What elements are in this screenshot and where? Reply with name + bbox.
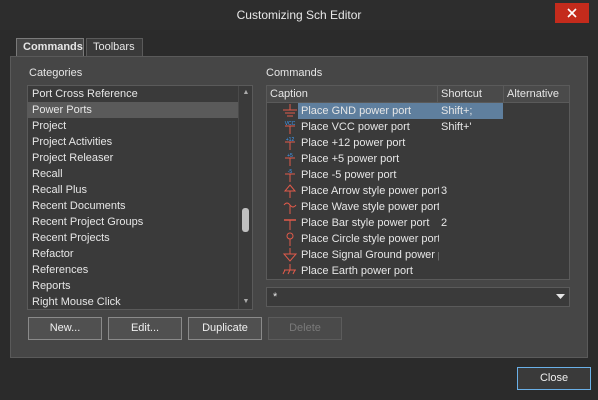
command-row[interactable]: Place GND power port Shift+; [267, 103, 569, 119]
chevron-down-icon [556, 294, 565, 299]
plus5-power-port-icon: +5 [285, 153, 295, 166]
arrow-power-port-icon [283, 184, 297, 198]
new-button[interactable]: New... [28, 317, 102, 340]
circle-power-port-icon [286, 232, 294, 246]
bar-power-port-icon [284, 219, 296, 230]
command-shortcut: 3 [441, 185, 448, 197]
category-item[interactable]: Recall [28, 166, 252, 182]
command-row[interactable]: Place Arrow style power port 3 [267, 183, 569, 199]
wave-power-port-icon [283, 202, 297, 214]
command-row[interactable]: Place Circle style power port [267, 231, 569, 247]
command-row[interactable]: +12 Place +12 power port [267, 135, 569, 151]
category-item[interactable]: Project Activities [28, 134, 252, 150]
command-caption: Place Bar style power port [301, 217, 430, 229]
categories-list[interactable]: Port Cross Reference Power Ports Project Pr… [27, 85, 253, 310]
command-shortcut: 2 [441, 217, 448, 229]
close-button[interactable]: Close [517, 367, 591, 390]
category-item[interactable]: Recall Plus [28, 182, 252, 198]
column-caption[interactable]: Caption [267, 86, 438, 103]
command-caption: Place +5 power port [301, 153, 400, 165]
delete-button[interactable]: Delete [268, 317, 342, 340]
command-caption: Place +12 power port [301, 137, 406, 149]
command-row[interactable]: Place Bar style power port 2 [267, 215, 569, 231]
category-item[interactable]: Recent Projects [28, 230, 252, 246]
command-row[interactable]: Place Earth power port [267, 263, 569, 279]
scroll-thumb[interactable] [242, 208, 249, 232]
command-row[interactable]: Place Signal Ground power port [267, 247, 569, 263]
command-row[interactable]: +5 Place +5 power port [267, 151, 569, 167]
commands-table[interactable]: Caption Shortcut Alternative Place GND p… [266, 85, 570, 280]
category-item[interactable]: Power Ports [28, 102, 252, 118]
filter-value: * [273, 291, 278, 303]
gnd-power-port-icon [283, 104, 297, 117]
close-icon [567, 8, 577, 18]
scroll-down-icon[interactable]: ▼ [239, 296, 252, 308]
command-row[interactable]: Place Wave style power port [267, 199, 569, 215]
command-caption: Place Earth power port [301, 265, 413, 277]
category-item[interactable]: Recent Project Groups [28, 214, 252, 230]
edit-button[interactable]: Edit... [108, 317, 182, 340]
vcc-power-port-icon: VCC [285, 121, 296, 134]
command-caption: Place -5 power port [301, 169, 397, 181]
commands-label: Commands [266, 67, 323, 79]
categories-items: Port Cross Reference Power Ports Project Pr… [28, 86, 252, 309]
scroll-up-icon[interactable]: ▲ [239, 87, 252, 99]
category-item[interactable]: Project Releaser [28, 150, 252, 166]
duplicate-button[interactable]: Duplicate [188, 317, 262, 340]
category-item[interactable]: References [28, 262, 252, 278]
category-item[interactable]: Project [28, 118, 252, 134]
category-item[interactable]: Port Cross Reference [28, 86, 252, 102]
earth-power-port-icon [282, 264, 296, 275]
minus5-power-port-icon: -5 [285, 169, 295, 182]
command-shortcut: Shift+; [441, 105, 473, 117]
column-shortcut[interactable]: Shortcut [438, 86, 504, 103]
categories-scrollbar[interactable]: ▲ ▼ [238, 86, 252, 309]
tab-toolbars[interactable]: Toolbars [86, 38, 143, 57]
category-item[interactable]: Recent Documents [28, 198, 252, 214]
command-caption: Place Arrow style power port [301, 185, 439, 197]
command-caption: Place GND power port [301, 105, 412, 117]
command-row[interactable]: -5 Place -5 power port [267, 167, 569, 183]
command-row[interactable]: VCC Place VCC power port Shift+' [267, 119, 569, 135]
command-shortcut: Shift+' [441, 121, 472, 133]
window-title: Customizing Sch Editor [236, 8, 362, 22]
commands-header: Caption Shortcut Alternative [267, 86, 569, 103]
category-item[interactable]: Right Mouse Click [28, 294, 252, 309]
plus12-power-port-icon: +12 [285, 137, 295, 150]
tab-commands[interactable]: Commands [16, 38, 84, 58]
filter-combo[interactable]: * [266, 287, 570, 307]
window-close-button[interactable] [555, 3, 589, 23]
signal-ground-icon [282, 248, 298, 262]
command-caption: Place Circle style power port [301, 233, 439, 245]
title-bar: Customizing Sch Editor [0, 0, 598, 30]
command-caption: Place Wave style power port [301, 201, 439, 213]
command-caption: Place Signal Ground power port [301, 249, 439, 261]
category-item[interactable]: Reports [28, 278, 252, 294]
categories-label: Categories [29, 67, 83, 79]
column-alternative[interactable]: Alternative [504, 86, 569, 103]
command-caption: Place VCC power port [301, 121, 410, 133]
category-item[interactable]: Refactor [28, 246, 252, 262]
